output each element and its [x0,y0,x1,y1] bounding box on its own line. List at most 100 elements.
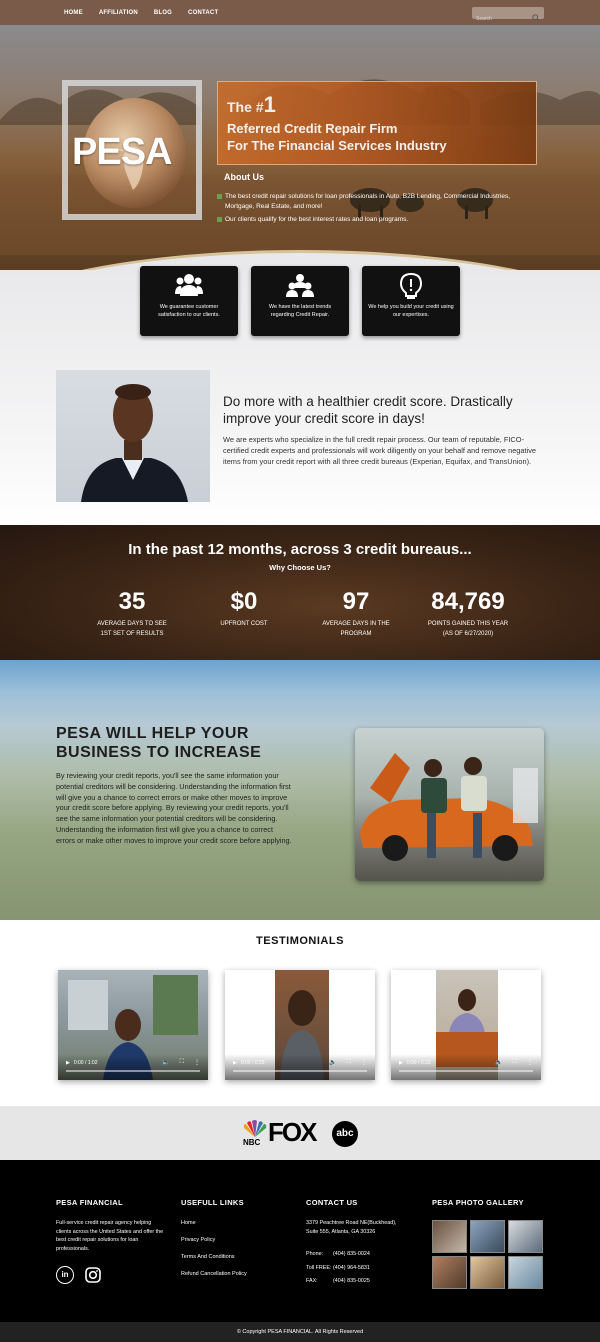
gallery-thumbnail[interactable] [508,1256,543,1289]
volume-icon[interactable]: 🔈 [495,1059,502,1066]
banner-the: The # [227,99,264,115]
more-icon[interactable]: ⋮ [361,1059,367,1066]
play-icon[interactable]: ▶ [66,1060,70,1066]
business-title-line: BUSINESS TO INCREASE [56,744,262,761]
video-right-controls: 🔈 ⛶ ⋮ [495,1059,533,1066]
footer-phone: Phone: (404) 835-0024 [306,1250,370,1259]
gallery-thumbnail[interactable] [432,1220,467,1253]
fax-number: (404) 835-0025 [333,1278,370,1284]
volume-icon[interactable]: 🔈 [329,1059,336,1066]
footer-col-title: PESA FINANCIAL [56,1198,123,1207]
footer-fax: FAX: (404) 835-0025 [306,1277,370,1286]
footer-link-refund[interactable]: Refund Cancellation Policy [181,1271,247,1277]
nav-home-link[interactable]: HOME [64,10,83,16]
bullet-square-icon [217,194,222,199]
fox-logo-text: FOX [268,1117,317,1147]
feature-card: We help you build your credit using our … [362,266,460,336]
stat-number: $0 [230,588,258,615]
banner-number: 1 [263,92,276,117]
users-icon [286,272,314,303]
nav-affiliation-link[interactable]: AFFILIATION [99,10,138,16]
intro-title: Do more with a healthier credit score. D… [223,394,513,426]
video-progress-bar[interactable] [66,1070,200,1072]
play-icon[interactable]: ▶ [399,1060,403,1066]
banner-the-label: The #1 [227,92,276,118]
stat-label-line: UPFRONT COST [220,621,268,627]
about-item-text: Our clients qualify for the best interes… [225,216,409,223]
more-icon[interactable]: ⋮ [527,1059,533,1066]
footer-address: 3379 Peachtree Road NE(Buckhead), Suite … [306,1219,397,1236]
stat-number: 84,769 [431,588,505,615]
stat-label-line: 1ST SET OF RESULTS [100,630,164,637]
footer-col-title: CONTACT US [306,1198,358,1207]
intro-text: We are experts who specialize in the ful… [223,435,537,466]
founder-photo [56,370,210,502]
users-icon [175,272,203,303]
testimonial-video[interactable]: ▶ 0:00 / 0:33 🔈 ⛶ ⋮ [391,970,541,1080]
search-box [472,7,544,25]
stat-label-line: AVERAGE DAYS IN THE [322,621,390,627]
hero-banner: The #1 Referred Credit Repair Firm For T… [217,81,537,165]
tollfree-label: Toll FREE: [306,1265,332,1271]
phone-number[interactable]: (404) 835-0024 [333,1251,370,1257]
gallery-thumbnail[interactable] [432,1256,467,1289]
volume-icon[interactable]: 🔈 [162,1059,169,1066]
abc-logo-text: abc [332,1121,358,1147]
instagram-icon[interactable] [84,1266,102,1284]
about-item-text: The best credit repair solutions for loa… [225,193,511,210]
about-title: About Us [224,172,264,182]
gallery-thumbnail[interactable] [470,1220,505,1253]
play-icon[interactable]: ▶ [233,1060,237,1066]
video-controls: ▶ 0:00 / 0:25 [233,1060,265,1066]
video-right-controls: 🔈 ⛶ ⋮ [162,1059,200,1066]
footer-link-home[interactable]: Home [181,1220,196,1226]
footer-tollfree: Toll FREE: (404) 964-5831 [306,1264,370,1273]
testimonials-title: TESTIMONIALS [256,935,344,947]
testimonial-video[interactable]: ▶ 0:00 / 0:25 🔈 ⛶ ⋮ [225,970,375,1080]
video-right-controls: 🔈 ⛶ ⋮ [329,1059,367,1066]
lightbulb-icon [397,272,425,305]
stat-label-line: POINTS GAINED THIS YEAR [427,621,509,627]
testimonial-video[interactable]: ▶ 0:00 / 1:02 🔈 ⛶ ⋮ [58,970,208,1080]
gallery-thumbnail[interactable] [508,1220,543,1253]
stats-title: In the past 12 months, across 3 credit b… [128,541,472,558]
feature-text: We guarantee customer satisfaction to ou… [158,304,220,318]
fullscreen-icon[interactable]: ⛶ [180,1059,184,1066]
stat-item: 35 AVERAGE DAYS TO SEE 1ST SET OF RESULTS [72,587,192,639]
stat-number: 35 [118,588,146,615]
nav-contact-link[interactable]: CONTACT [188,10,218,16]
footer-col-title: PESA PHOTO GALLERY [432,1198,524,1207]
stat-item: $0 UPFRONT COST [184,587,304,630]
banner-line-1: Referred Credit Repair Firm [227,121,398,136]
about-item: Our clients qualify for the best interes… [217,215,522,225]
stat-label-line: (AS OF 6/27/2020) [442,630,494,637]
bullet-square-icon [217,217,222,222]
video-controls: ▶ 0:00 / 0:33 [399,1060,431,1066]
feature-text: We have the latest trends regarding Cred… [268,304,332,318]
gallery-thumbnail[interactable] [470,1256,505,1289]
search-input[interactable] [472,13,530,25]
address-line: Suite 555, Atlanta, GA 30326 [306,1228,376,1235]
linkedin-icon[interactable]: in [56,1266,74,1284]
nav-blog-link[interactable]: BLOG [154,10,172,16]
banner-line-2: For The Financial Services Industry [227,138,447,153]
footer-link-terms[interactable]: Terms And Conditions [181,1254,235,1260]
nbc-logo-text: NBC [243,1138,261,1147]
tollfree-number[interactable]: (404) 964-5831 [333,1265,370,1271]
stat-number: 97 [342,588,370,615]
business-title-line: PESA WILL HELP YOUR [56,725,249,742]
footer-link-privacy[interactable]: Privacy Policy [181,1237,215,1243]
fax-label: FAX: [306,1278,318,1284]
video-progress-bar[interactable] [399,1070,533,1072]
video-controls-bar [391,1054,541,1080]
fullscreen-icon[interactable]: ⛶ [347,1059,351,1066]
fullscreen-icon[interactable]: ⛶ [513,1059,517,1066]
video-progress-bar[interactable] [233,1070,367,1072]
banner-headline: Referred Credit Repair Firm For The Fina… [227,120,447,154]
about-item: The best credit repair solutions for loa… [217,192,522,212]
more-icon[interactable]: ⋮ [194,1059,200,1066]
stats-subtitle: Why Choose Us? [269,563,331,572]
stat-label: AVERAGE DAYS IN THE PROGRAM [296,620,416,639]
feature-text: We help you build your credit using our … [368,304,454,318]
business-text: By reviewing your credit reports, you'll… [56,771,292,845]
